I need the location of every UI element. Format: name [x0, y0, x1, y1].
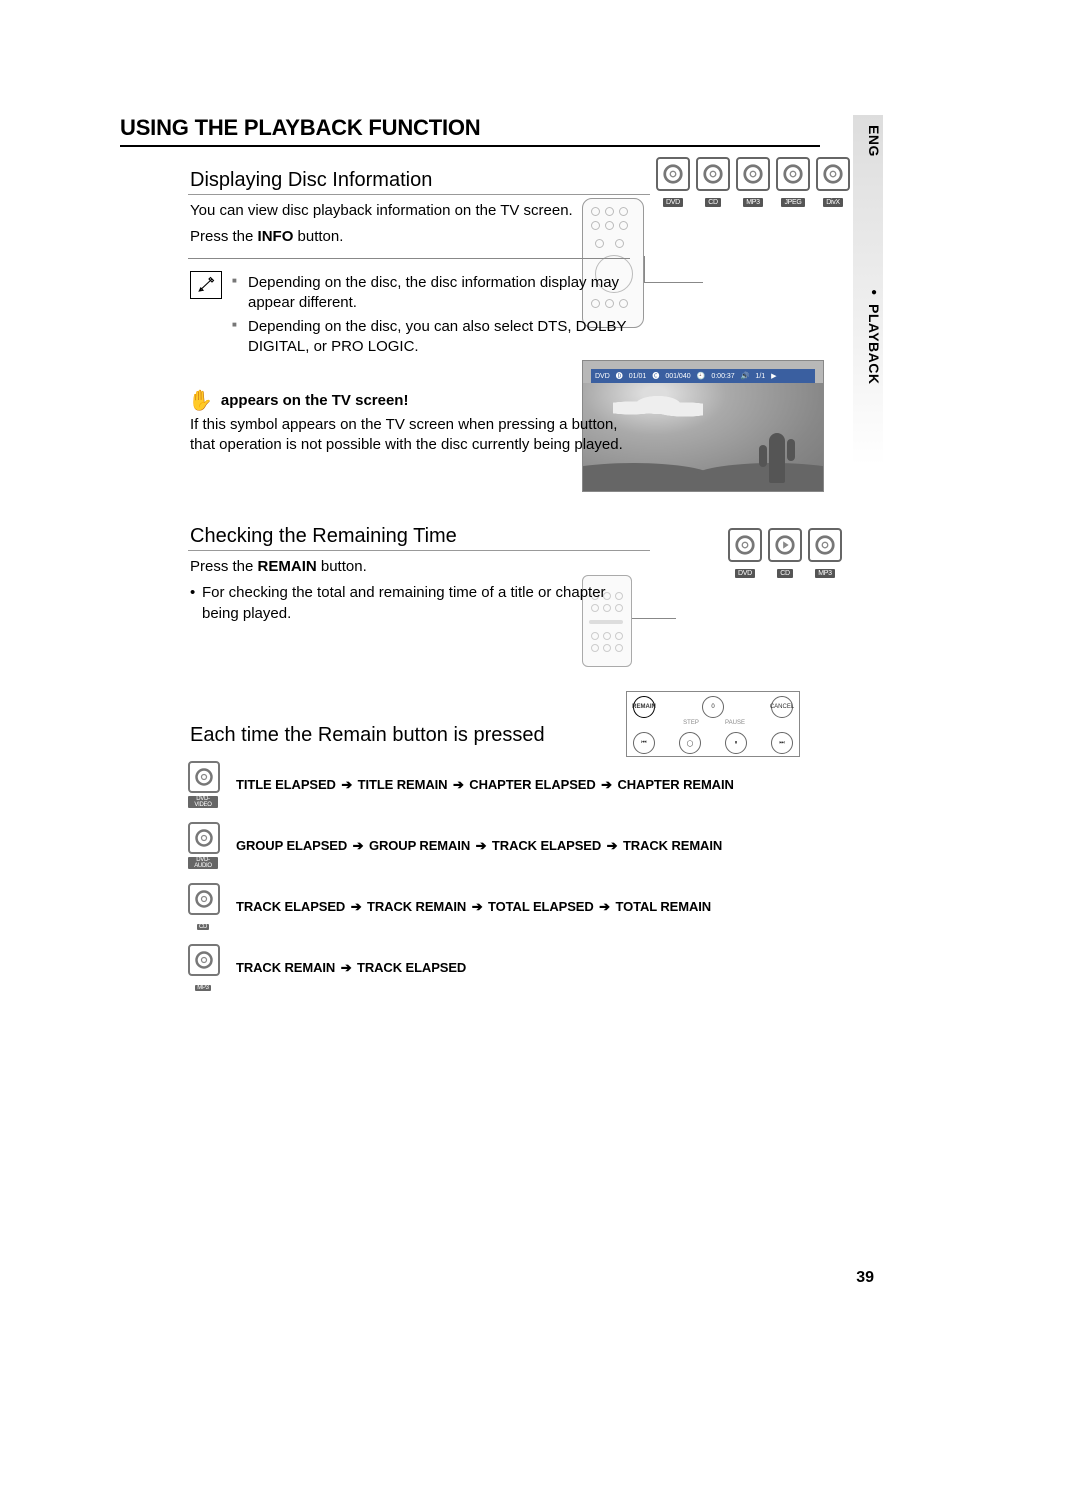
remain-sequence-row: DVD-AUDIO GROUP ELAPSED ➔ GROUP REMAIN ➔ …	[188, 822, 820, 871]
remain-sequence-text: GROUP ELAPSED ➔ GROUP REMAIN ➔ TRACK ELA…	[236, 838, 722, 854]
hand-warning-body: If this symbol appears on the TV screen …	[188, 415, 630, 456]
side-tab-section: PLAYBACK	[866, 287, 882, 385]
press-remain-text: Press the REMAIN button.	[188, 557, 630, 577]
remain-sequence-text: TRACK REMAIN ➔ TRACK ELAPSED	[236, 960, 466, 976]
hand-warning-heading: ✋ appears on the TV screen!	[188, 388, 820, 413]
note-item: Depending on the disc, the disc informat…	[232, 273, 630, 314]
remain-sequence-text: TRACK ELAPSED ➔ TRACK REMAIN ➔ TOTAL ELA…	[236, 899, 711, 915]
remain-sequence-list: DVD-VIDEO TITLE ELAPSED ➔ TITLE REMAIN ➔ …	[188, 761, 820, 993]
format-icon: DVD-VIDEO	[188, 761, 218, 810]
format-icon: CD	[188, 883, 218, 932]
remain-sequence-row: CD TRACK ELAPSED ➔ TRACK REMAIN ➔ TOTAL E…	[188, 883, 820, 932]
remain-bullet: For checking the total and remaining tim…	[190, 583, 630, 624]
remain-bullet-list: For checking the total and remaining tim…	[188, 583, 630, 624]
section-heading: Checking the Remaining Time	[188, 525, 650, 551]
note-list: Depending on the disc, the disc informat…	[232, 269, 630, 362]
hand-icon: ✋	[188, 388, 213, 413]
page-title: USING THE PLAYBACK FUNCTION	[120, 115, 820, 147]
side-tab: ENG PLAYBACK	[866, 125, 882, 385]
remain-sequence-text: TITLE ELAPSED ➔ TITLE REMAIN ➔ CHAPTER E…	[236, 777, 734, 793]
remain-sequence-row: MP3 TRACK REMAIN ➔ TRACK ELAPSED	[188, 944, 820, 993]
note-icon	[190, 271, 222, 299]
side-tab-lang: ENG	[866, 125, 882, 157]
note-item: Depending on the disc, you can also sele…	[232, 317, 630, 358]
intro-text: You can view disc playback information o…	[188, 201, 630, 221]
main-content: USING THE PLAYBACK FUNCTION Displaying D…	[120, 115, 820, 1005]
manual-page: ENG PLAYBACK DVD CD MP3 JPEG DivX MODE E…	[0, 0, 1080, 1492]
page-number: 39	[856, 1269, 874, 1287]
section-heading: Displaying Disc Information	[188, 169, 650, 195]
section-heading: Each time the Remain button is pressed	[188, 724, 820, 747]
format-icon: MP3	[188, 944, 218, 993]
press-info-text: Press the INFO button.	[188, 227, 630, 247]
format-icon: DVD-AUDIO	[188, 822, 218, 871]
remain-sequence-row: DVD-VIDEO TITLE ELAPSED ➔ TITLE REMAIN ➔ …	[188, 761, 820, 810]
note-block: Depending on the disc, the disc informat…	[188, 258, 630, 362]
